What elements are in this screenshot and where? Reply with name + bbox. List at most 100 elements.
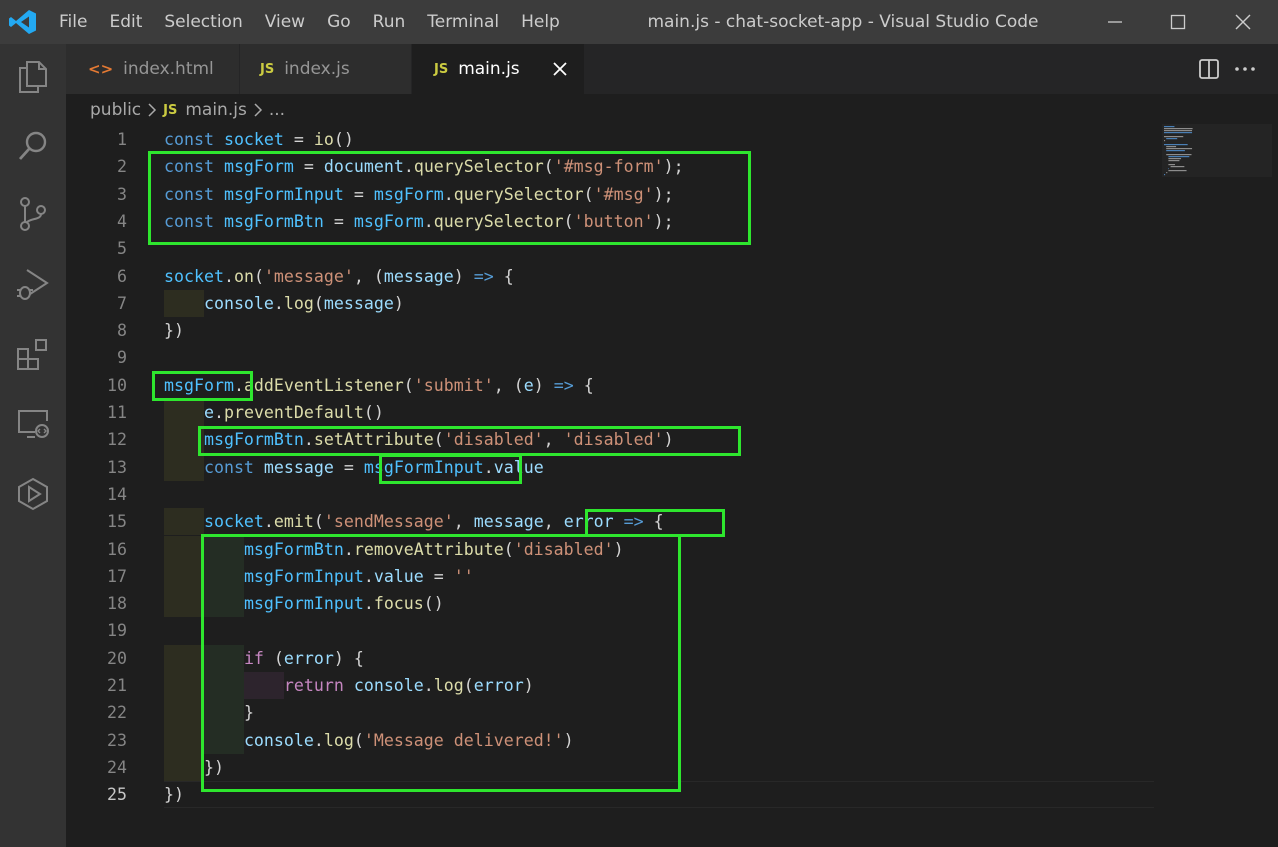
menu-bar: File Edit Selection View Go Run Terminal… <box>48 0 571 44</box>
maximize-button[interactable] <box>1149 0 1207 44</box>
menu-view[interactable]: View <box>254 0 316 44</box>
minimap-line <box>1164 144 1188 146</box>
minimap-line <box>1164 132 1193 134</box>
menu-edit[interactable]: Edit <box>98 0 153 44</box>
html-file-icon: <> <box>88 60 114 78</box>
minimap-line <box>1166 150 1185 152</box>
highlight-box-declarations <box>148 151 751 245</box>
minimap-line <box>1166 138 1178 140</box>
minimap-line <box>1168 164 1175 166</box>
chevron-right-icon <box>148 103 157 117</box>
menu-run[interactable]: Run <box>362 0 417 44</box>
highlight-box-msgforminput <box>379 454 522 484</box>
code-line[interactable]: 9 <box>66 344 1278 371</box>
line-number: 16 <box>107 539 127 559</box>
line-number: 21 <box>107 676 127 695</box>
line-number: 23 <box>107 730 127 750</box>
line-code: }) <box>164 321 184 341</box>
extensions-icon[interactable] <box>11 332 55 376</box>
minimap-line <box>1164 130 1193 132</box>
breadcrumb: public JS main.js ... <box>90 94 285 126</box>
minimap-line <box>1168 156 1190 158</box>
highlight-box-msgform <box>152 371 253 401</box>
line-number: 6 <box>117 266 127 286</box>
tab-main-js[interactable]: JS main.js <box>412 44 585 94</box>
minimap-line <box>1168 160 1180 162</box>
tab-index-js[interactable]: JS index.js <box>240 44 412 94</box>
close-window-button[interactable] <box>1214 0 1272 44</box>
minimize-icon <box>1108 21 1122 23</box>
tab-label: main.js <box>458 59 520 79</box>
line-code: e.preventDefault() <box>203 403 384 422</box>
line-number: 3 <box>117 184 127 204</box>
breadcrumb-folder[interactable]: public <box>90 100 141 120</box>
line-number: 10 <box>107 375 127 395</box>
line-number: 12 <box>107 430 127 450</box>
tab-index-html[interactable]: <> index.html <box>66 44 240 94</box>
line-number: 1 <box>117 130 127 149</box>
line-code: }) <box>164 785 184 805</box>
line-number: 17 <box>107 566 127 586</box>
menu-file[interactable]: File <box>48 0 98 44</box>
explorer-icon[interactable] <box>11 55 55 99</box>
line-number: 18 <box>107 594 127 614</box>
close-tab-icon[interactable] <box>550 59 570 79</box>
minimap-line <box>1164 136 1184 138</box>
code-line[interactable]: 7 console.log(message) <box>66 289 1278 318</box>
line-number: 2 <box>117 157 127 177</box>
line-number: 14 <box>107 484 127 504</box>
tab-label: index.js <box>284 59 350 79</box>
run-debug-icon[interactable] <box>11 262 55 306</box>
title-bar: File Edit Selection View Go Run Terminal… <box>0 0 1278 44</box>
code-line[interactable]: 1 const socket = io() <box>66 126 1278 153</box>
minimap-line <box>1166 154 1192 156</box>
code-line[interactable]: 8}) <box>66 317 1278 344</box>
line-code: const socket = io() <box>164 130 354 149</box>
line-number: 7 <box>117 293 127 313</box>
remote-explorer-icon[interactable] <box>11 402 55 446</box>
code-line[interactable]: 11 e.preventDefault() <box>66 399 1278 427</box>
minimap-line <box>1164 174 1166 176</box>
js-file-icon: JS <box>434 61 449 77</box>
line-number: 4 <box>117 211 127 231</box>
menu-selection[interactable]: Selection <box>153 0 253 44</box>
search-icon[interactable] <box>11 124 55 168</box>
minimize-button[interactable] <box>1086 0 1144 44</box>
highlight-box-error-callback <box>585 509 725 537</box>
highlight-box-setattribute <box>198 426 741 456</box>
line-number: 15 <box>107 512 127 532</box>
menu-go[interactable]: Go <box>316 0 362 44</box>
line-number: 11 <box>107 403 127 422</box>
live-share-icon[interactable] <box>11 472 55 516</box>
minimap-line <box>1166 146 1177 148</box>
minimap-line <box>1164 126 1175 128</box>
editor-tabs: <> index.html JS index.js JS main.js <box>66 44 1278 94</box>
breadcrumb-more[interactable]: ... <box>269 100 285 120</box>
line-number: 22 <box>107 703 127 723</box>
highlight-box-callback-body <box>201 534 681 792</box>
window-title: main.js - chat-socket-app - Visual Studi… <box>647 12 1039 32</box>
tab-label: index.html <box>123 59 214 79</box>
minimap-line <box>1166 148 1193 150</box>
line-number: 20 <box>107 648 127 668</box>
vscode-logo-icon[interactable] <box>8 8 38 36</box>
breadcrumb-file[interactable]: main.js <box>185 100 246 120</box>
code-line[interactable]: 13 const message = msgFormInput.value <box>66 453 1278 481</box>
maximize-icon <box>1170 14 1186 30</box>
line-code: socket.on('message', (message) => { <box>164 266 514 286</box>
code-line[interactable]: 6 socket.on('message', (message) => { <box>66 263 1278 290</box>
minimap[interactable] <box>1162 124 1226 180</box>
js-file-icon: JS <box>163 102 178 118</box>
split-editor-icon[interactable] <box>1197 57 1221 81</box>
source-control-icon[interactable] <box>11 192 55 236</box>
minimap-line <box>1168 158 1182 160</box>
chevron-right-icon <box>254 103 262 117</box>
minimap-line <box>1168 168 1169 170</box>
minimap-line <box>1170 166 1185 168</box>
line-number: 19 <box>107 621 127 641</box>
more-actions-icon[interactable] <box>1231 57 1259 81</box>
line-number: 13 <box>107 457 127 477</box>
menu-terminal[interactable]: Terminal <box>416 0 510 44</box>
line-number: 9 <box>117 348 127 368</box>
code-line[interactable]: 14 <box>66 481 1278 508</box>
